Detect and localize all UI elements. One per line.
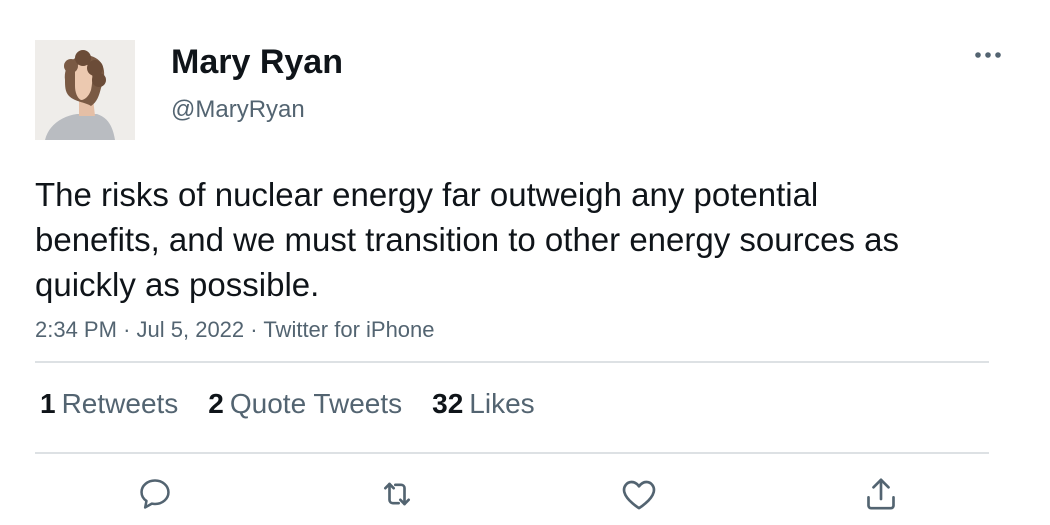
likes-stat[interactable]: 32 Likes [432,386,535,422]
share-button[interactable] [859,472,903,516]
tweet-detail: Mary Ryan @MaryRyan The risks of nuclear… [0,0,1050,525]
tweet-time[interactable]: 2:34 PM [35,317,117,342]
tweet-date[interactable]: Jul 5, 2022 [137,317,245,342]
retweets-label: Retweets [61,388,179,419]
divider [35,361,989,363]
share-icon [861,474,901,514]
retweets-stat[interactable]: 1 Retweets [40,386,178,422]
like-button[interactable] [617,472,661,516]
quote-tweets-stat[interactable]: 2 Quote Tweets [208,386,402,422]
engagement-stats: 1 Retweets 2 Quote Tweets 32 Likes [40,386,565,422]
tweet-source[interactable]: Twitter for iPhone [263,317,434,342]
likes-label: Likes [469,388,535,419]
reply-icon [136,475,174,513]
reply-button[interactable] [133,472,177,516]
avatar-image [35,40,135,140]
divider [35,452,989,454]
display-name[interactable]: Mary Ryan [171,42,343,82]
more-horizontal-icon [973,50,1003,60]
retweet-icon [377,474,417,514]
tweet-text: The risks of nuclear energy far outweigh… [35,176,899,303]
more-options-button[interactable] [968,40,1008,70]
likes-count: 32 [432,388,464,419]
retweets-count: 1 [40,388,56,419]
meta-separator: · [123,317,137,342]
avatar[interactable] [35,40,135,140]
user-handle[interactable]: @MaryRyan [171,95,305,125]
meta-separator: · [250,317,264,342]
quote-tweets-count: 2 [208,388,224,419]
quote-tweets-label: Quote Tweets [229,388,403,419]
retweet-button[interactable] [375,472,419,516]
tweet-meta: 2:34 PM · Jul 5, 2022 · Twitter for iPho… [35,316,435,344]
heart-icon [619,474,659,514]
